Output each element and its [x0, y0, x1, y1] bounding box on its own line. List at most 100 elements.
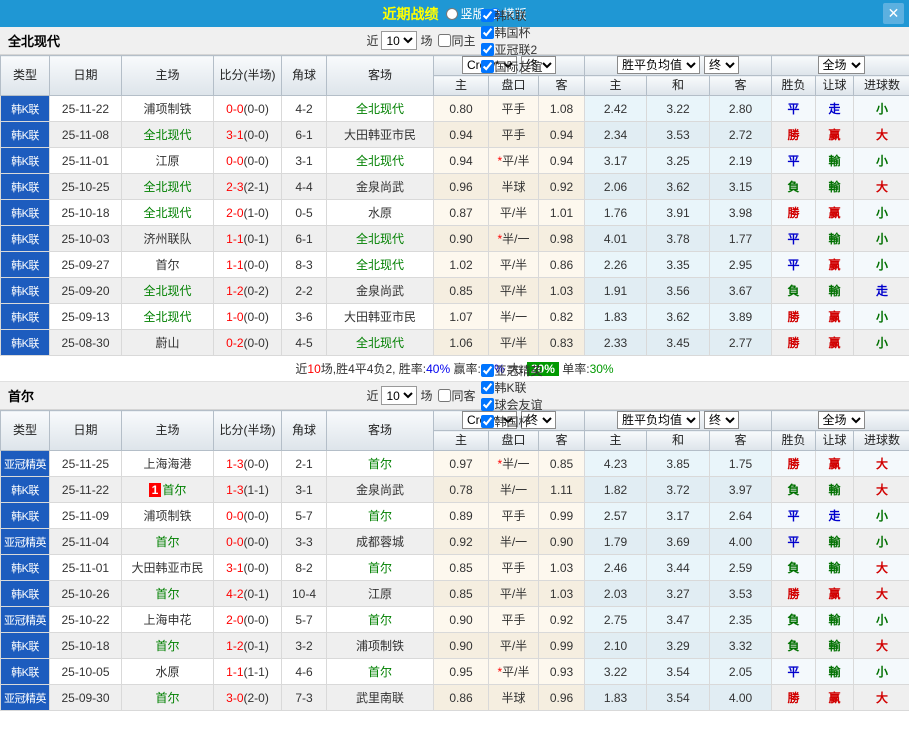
- result-win-draw-lose: 平: [771, 225, 817, 252]
- handicap-line: *半/一: [488, 225, 539, 252]
- score-cell: 3-0(2-0): [213, 684, 282, 711]
- match-count-select[interactable]: 10: [381, 386, 418, 405]
- home-team: 首尔: [121, 632, 214, 659]
- final-europe-select[interactable]: 终: [704, 411, 739, 429]
- away-team-name: 全北现代: [355, 258, 404, 272]
- matches-body: 亚冠精英 25-11-25 上海海港 1-3(0-0) 2-1 首尔 0.97 …: [0, 450, 909, 711]
- scope-select[interactable]: 全场: [817, 56, 865, 74]
- halftime-score: (0-0): [243, 127, 269, 142]
- league-checkbox[interactable]: [480, 397, 494, 411]
- col-res-wdl: 胜负: [771, 75, 817, 96]
- league-type-cell: 韩K联: [0, 303, 50, 330]
- league-type-cell: 亚冠精英: [0, 684, 50, 711]
- col-res-handicap: 让球: [815, 430, 855, 451]
- league-filter[interactable]: 韩K联: [476, 379, 543, 396]
- fulltime-score: 1-3: [226, 482, 244, 497]
- fulltime-score: 0-0: [226, 534, 244, 549]
- halftime-score: (1-1): [243, 482, 269, 497]
- result-handicap: 輸: [815, 147, 855, 174]
- result-win-draw-lose: 負: [771, 277, 817, 304]
- lose-odds: 1.77: [708, 225, 773, 252]
- halftime-score: (0-0): [243, 612, 269, 627]
- away-team: 金泉尚武: [326, 476, 434, 503]
- home-team: 大田韩亚市民: [121, 554, 214, 581]
- handicap-line: 平/半: [488, 580, 539, 607]
- league-checkbox[interactable]: [480, 414, 494, 428]
- result-group-header: 全场: [771, 410, 909, 431]
- lose-odds: 3.89: [708, 303, 773, 330]
- handicap-home-odds: 0.87: [433, 199, 489, 226]
- result-goals: 小: [853, 95, 909, 122]
- same-venue-filter[interactable]: 同主: [433, 32, 476, 49]
- corner-score: 2-2: [281, 277, 327, 304]
- match-date: 25-11-04: [49, 528, 122, 555]
- win-odds: 2.34: [584, 121, 647, 148]
- win-odds: 2.75: [584, 606, 647, 633]
- table-row: 韩K联 25-11-22 浦项制铁 0-0(0-0) 4-2 全北现代 0.80…: [0, 95, 909, 122]
- col-res-wdl: 胜负: [771, 430, 817, 451]
- fulltime-score: 4-2: [226, 586, 244, 601]
- handicap-line: 平/半: [488, 277, 539, 304]
- league-filter[interactable]: 韩K联: [476, 7, 543, 24]
- score-cell: 1-1(0-1): [213, 225, 282, 252]
- handicap-line-text: 半/一: [502, 232, 530, 246]
- league-filter[interactable]: 亚冠联2: [476, 41, 543, 58]
- handicap-away-odds: 0.86: [538, 251, 585, 278]
- league-filter-label: 亚冠精英: [494, 363, 543, 378]
- league-checkbox[interactable]: [480, 8, 494, 22]
- win-odds: 3.17: [584, 147, 647, 174]
- league-filter[interactable]: 韩国杯: [476, 24, 543, 41]
- score-cell: 0-2(0-0): [213, 329, 282, 356]
- league-filter[interactable]: 韩国杯: [476, 413, 543, 430]
- league-checkbox[interactable]: [480, 363, 494, 377]
- away-team: 江原: [326, 580, 434, 607]
- col-score: 比分(半场): [213, 55, 282, 96]
- league-checkbox[interactable]: [480, 380, 494, 394]
- corner-score: 3-2: [281, 632, 327, 659]
- same-venue-filter[interactable]: 同客: [433, 387, 476, 404]
- match-date: 25-09-20: [49, 277, 122, 304]
- europe-odds-select[interactable]: 胜平负均值: [617, 411, 700, 429]
- result-goals: 大: [853, 554, 909, 581]
- near-label: 近: [366, 389, 379, 403]
- handicap-line: *平/半: [488, 147, 539, 174]
- league-type-cell: 韩K联: [0, 502, 50, 529]
- close-icon[interactable]: ✕: [883, 3, 904, 24]
- league-checkbox[interactable]: [480, 59, 494, 73]
- fulltime-score: 2-0: [226, 612, 244, 627]
- table-row: 亚冠精英 25-09-30 首尔 3-0(2-0) 7-3 武里南联 0.86 …: [0, 684, 909, 711]
- corner-score: 3-6: [281, 303, 327, 330]
- same-venue-checkbox[interactable]: [437, 34, 451, 47]
- home-team-name: 首尔: [155, 535, 180, 549]
- away-team: 首尔: [326, 606, 434, 633]
- league-filter[interactable]: 球会友谊: [476, 396, 543, 413]
- corner-score: 8-2: [281, 554, 327, 581]
- match-count-select[interactable]: 10: [381, 31, 418, 50]
- scope-select[interactable]: 全场: [817, 411, 865, 429]
- halftime-score: (0-0): [243, 257, 269, 272]
- league-filter-label: 韩国杯: [494, 25, 531, 40]
- final-europe-select[interactable]: 终: [704, 56, 739, 74]
- score-cell: 4-2(0-1): [213, 580, 282, 607]
- away-team-name: 武里南联: [355, 691, 404, 705]
- lose-odds: 3.97: [708, 476, 773, 503]
- win-odds: 1.83: [584, 303, 647, 330]
- lose-odds: 2.59: [708, 554, 773, 581]
- league-filter[interactable]: 亚冠精英: [476, 362, 543, 379]
- handicap-home-odds: 0.90: [433, 225, 489, 252]
- league-checkbox[interactable]: [480, 25, 494, 39]
- away-team: 全北现代: [326, 251, 434, 278]
- result-win-draw-lose: 勝: [771, 580, 817, 607]
- handicap-away-odds: 0.96: [538, 684, 585, 711]
- europe-odds-select[interactable]: 胜平负均值: [617, 56, 700, 74]
- league-filter[interactable]: 国际友谊: [476, 58, 543, 75]
- away-team-name: 首尔: [367, 665, 392, 679]
- handicap-line: 平手: [488, 554, 539, 581]
- win-odds: 2.42: [584, 95, 647, 122]
- home-team: 首尔: [121, 251, 214, 278]
- near-label: 近: [366, 34, 379, 48]
- table-row: 亚冠精英 25-11-04 首尔 0-0(0-0) 3-3 成都蓉城 0.92 …: [0, 528, 909, 555]
- result-goals: 小: [853, 502, 909, 529]
- same-venue-checkbox[interactable]: [437, 389, 451, 402]
- league-checkbox[interactable]: [480, 42, 494, 56]
